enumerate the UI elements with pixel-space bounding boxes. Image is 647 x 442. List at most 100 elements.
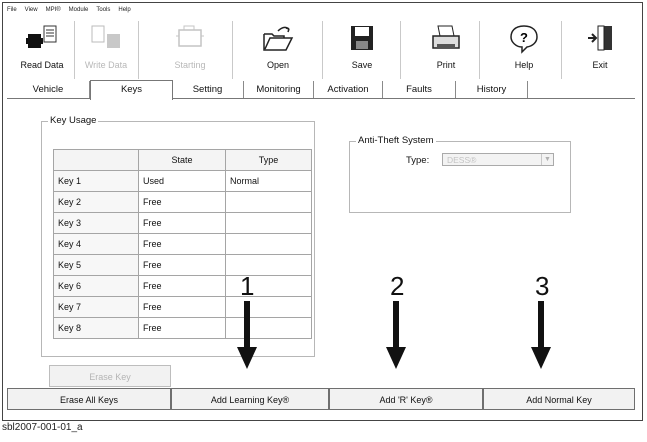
callout-arrow-2 [386, 301, 406, 369]
save-disk-icon [351, 26, 373, 50]
save-button[interactable]: Save [331, 19, 393, 79]
table-row[interactable]: Key 4 Free [53, 233, 312, 255]
open-label: Open [266, 60, 290, 70]
printer-icon [432, 25, 460, 49]
menu-file[interactable]: File [7, 7, 17, 13]
save-label: Save [351, 60, 373, 70]
anti-theft-type-value: DESS® [447, 155, 477, 165]
exit-door-icon [588, 25, 612, 51]
key-type-cell [225, 254, 312, 276]
toolbar-separator [400, 21, 401, 79]
key-name-cell: Key 3 [53, 212, 139, 234]
key-name-cell: Key 4 [53, 233, 139, 255]
callout-number-1: 1 [240, 271, 255, 301]
toolbar-separator [479, 21, 480, 79]
key-type-cell: Normal [225, 170, 312, 192]
toolbar-separator [138, 21, 139, 79]
tab-activation[interactable]: Activation [314, 81, 383, 98]
key-state-cell: Free [138, 317, 226, 339]
read-data-icon [26, 25, 57, 48]
key-name-cell: Key 1 [53, 170, 139, 192]
table-row[interactable]: Key 6 Free [53, 275, 312, 297]
starting-button[interactable]: Starting [159, 19, 221, 79]
table-header-row: State Type [53, 149, 312, 171]
erase-all-keys-button[interactable]: Erase All Keys [7, 388, 171, 410]
tab-history[interactable]: History [456, 81, 528, 98]
key-state-cell: Free [138, 191, 226, 213]
read-data-label: Read Data [20, 60, 64, 70]
table-row[interactable]: Key 5 Free [53, 254, 312, 276]
toolbar-separator [561, 21, 562, 79]
key-name-cell: Key 5 [53, 254, 139, 276]
toolbar-separator [232, 21, 233, 79]
exit-label: Exit [592, 60, 608, 70]
toolbar-separator [322, 21, 323, 79]
key-state-cell: Free [138, 275, 226, 297]
key-state-cell: Free [138, 233, 226, 255]
figure-caption: sbl2007-001-01_a [2, 422, 83, 433]
menu-tools[interactable]: Tools [96, 7, 110, 13]
key-name-cell: Key 6 [53, 275, 139, 297]
callout-arrow-3 [531, 301, 551, 369]
menu-mpi[interactable]: MPI® [46, 7, 61, 13]
key-state-cell: Free [138, 296, 226, 318]
toolbar: Read Data Write Data Starting Open Save … [11, 19, 631, 81]
tab-monitoring[interactable]: Monitoring [244, 81, 314, 98]
add-learning-key-button[interactable]: Add Learning Key® [171, 388, 329, 410]
menu-help[interactable]: Help [118, 7, 130, 13]
key-usage-group: Key Usage State Type Key 1 Used Normal Key… [41, 115, 315, 357]
write-data-icon [91, 25, 120, 48]
menu-bar: File View MPI® Module Tools Help [3, 3, 642, 16]
open-button[interactable]: Open [247, 19, 309, 79]
erase-key-button[interactable]: Erase Key [49, 365, 171, 387]
table-row[interactable]: Key 7 Free [53, 296, 312, 318]
menu-view[interactable]: View [25, 7, 38, 13]
tab-vehicle[interactable]: Vehicle [7, 81, 90, 98]
tab-bar: Vehicle Keys Setting Monitoring Activati… [7, 80, 635, 100]
type-label: Type: [406, 155, 430, 166]
help-icon: ? [510, 25, 538, 54]
print-button[interactable]: Print [415, 19, 477, 79]
engine-icon [176, 25, 204, 47]
tab-faults[interactable]: Faults [383, 81, 456, 98]
anti-theft-type-select[interactable]: DESS® ▼ [442, 153, 554, 166]
key-type-cell [225, 212, 312, 234]
tab-setting[interactable]: Setting [172, 81, 244, 98]
callout-number-3: 3 [535, 271, 550, 301]
key-type-cell [225, 233, 312, 255]
read-data-button[interactable]: Read Data [11, 19, 73, 79]
column-header-type: Type [225, 149, 312, 171]
help-button[interactable]: ? Help [493, 19, 555, 79]
add-r-key-button[interactable]: Add 'R' Key® [329, 388, 483, 410]
key-state-cell: Used [138, 170, 226, 192]
corner-cell [53, 149, 139, 171]
key-type-cell [225, 191, 312, 213]
column-header-state: State [138, 149, 226, 171]
exit-button[interactable]: Exit [569, 19, 631, 79]
anti-theft-group: Anti-Theft System Type: DESS® ▼ [349, 135, 571, 213]
svg-text:?: ? [520, 30, 528, 45]
table-row[interactable]: Key 3 Free [53, 212, 312, 234]
key-usage-title: Key Usage [48, 115, 99, 126]
print-label: Print [436, 60, 456, 70]
table-row[interactable]: Key 1 Used Normal [53, 170, 312, 192]
callout-arrow-1 [237, 301, 257, 369]
starting-label: Starting [174, 60, 206, 70]
key-usage-table: State Type Key 1 Used Normal Key 2 Free Key… [53, 149, 312, 339]
key-state-cell: Free [138, 254, 226, 276]
key-state-cell: Free [138, 212, 226, 234]
callout-number-2: 2 [390, 271, 405, 301]
anti-theft-title: Anti-Theft System [356, 135, 436, 146]
key-name-cell: Key 2 [53, 191, 139, 213]
key-type-cell [225, 275, 312, 297]
menu-module[interactable]: Module [69, 7, 89, 13]
table-row[interactable]: Key 2 Free [53, 191, 312, 213]
chevron-down-icon[interactable]: ▼ [541, 154, 553, 165]
add-normal-key-button[interactable]: Add Normal Key [483, 388, 635, 410]
key-name-cell: Key 8 [53, 317, 139, 339]
write-data-label: Write Data [84, 60, 128, 70]
application-window: File View MPI® Module Tools Help Read Da… [2, 2, 643, 421]
table-row[interactable]: Key 8 Free [53, 317, 312, 339]
write-data-button[interactable]: Write Data [75, 19, 137, 79]
tab-keys[interactable]: Keys [90, 80, 173, 100]
